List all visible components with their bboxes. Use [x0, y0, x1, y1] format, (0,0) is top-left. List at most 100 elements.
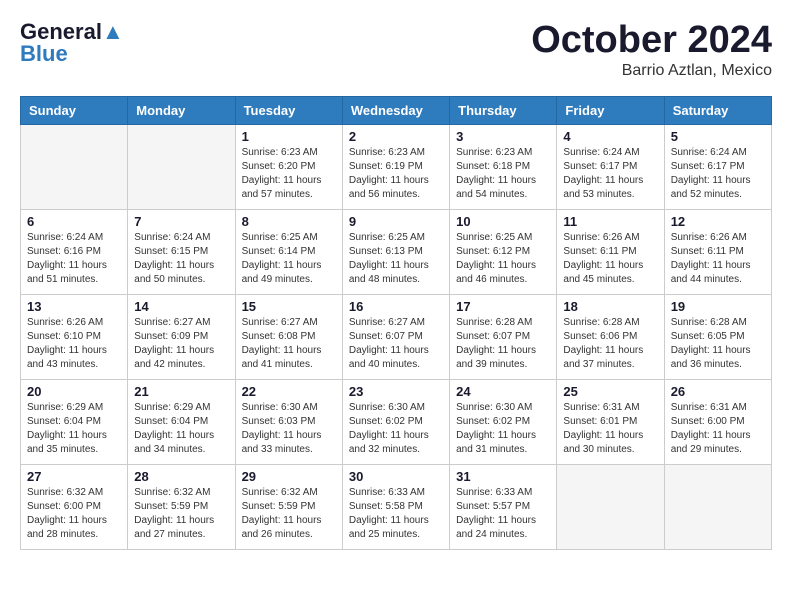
day-number: 19 [671, 299, 765, 314]
cell-info: Sunrise: 6:24 AM Sunset: 6:17 PM Dayligh… [671, 146, 765, 202]
cell-info: Sunrise: 6:25 AM Sunset: 6:12 PM Dayligh… [456, 231, 550, 287]
calendar-week-row: 1 Sunrise: 6:23 AM Sunset: 6:20 PM Daylig… [21, 124, 772, 209]
day-number: 22 [242, 384, 336, 399]
day-number: 27 [27, 469, 121, 484]
cell-info: Sunrise: 6:30 AM Sunset: 6:03 PM Dayligh… [242, 401, 336, 457]
calendar-cell: 7Sunrise: 6:24 AM Sunset: 6:15 PM Daylig… [128, 209, 235, 294]
day-number: 26 [671, 384, 765, 399]
day-number: 2 [349, 129, 443, 144]
day-number: 9 [349, 214, 443, 229]
calendar-header-row: SundayMondayTuesdayWednesdayThursdayFrid… [21, 96, 772, 124]
day-number: 21 [134, 384, 228, 399]
day-number: 10 [456, 214, 550, 229]
calendar-header-sunday: Sunday [21, 96, 128, 124]
day-number: 30 [349, 469, 443, 484]
calendar-cell: 23Sunrise: 6:30 AM Sunset: 6:02 PM Dayli… [342, 379, 449, 464]
calendar-header-friday: Friday [557, 96, 664, 124]
day-number: 16 [349, 299, 443, 314]
calendar-week-row: 13 Sunrise: 6:26 AM Sunset: 6:10 PM Dayli… [21, 294, 772, 379]
cell-info: Sunrise: 6:25 AM Sunset: 6:14 PM Dayligh… [242, 231, 336, 287]
day-number: 18 [563, 299, 657, 314]
cell-info: Sunrise: 6:27 AM Sunset: 6:09 PM Dayligh… [134, 316, 228, 372]
calendar-cell: 20 Sunrise: 6:29 AM Sunset: 6:04 PM Dayli… [21, 379, 128, 464]
calendar-cell [21, 124, 128, 209]
calendar-cell: 12 Sunrise: 6:26 AM Sunset: 6:11 PM Dayli… [664, 209, 771, 294]
logo: General▲ Blue [20, 20, 124, 66]
day-number: 11 [563, 214, 657, 229]
calendar-cell [128, 124, 235, 209]
calendar-cell: 30Sunrise: 6:33 AM Sunset: 5:58 PM Dayli… [342, 464, 449, 549]
day-number: 14 [134, 299, 228, 314]
calendar-cell: 24 Sunrise: 6:30 AM Sunset: 6:02 PM Dayli… [450, 379, 557, 464]
calendar-table: SundayMondayTuesdayWednesdayThursdayFrid… [20, 96, 772, 550]
calendar-cell: 2Sunrise: 6:23 AM Sunset: 6:19 PM Daylig… [342, 124, 449, 209]
calendar-cell: 10 Sunrise: 6:25 AM Sunset: 6:12 PM Dayli… [450, 209, 557, 294]
title-block: October 2024 Barrio Aztlan, Mexico [531, 20, 772, 80]
calendar-cell: 1 Sunrise: 6:23 AM Sunset: 6:20 PM Daylig… [235, 124, 342, 209]
cell-info: Sunrise: 6:24 AM Sunset: 6:17 PM Dayligh… [563, 146, 657, 202]
day-number: 20 [27, 384, 121, 399]
calendar-cell: 11 Sunrise: 6:26 AM Sunset: 6:11 PM Dayli… [557, 209, 664, 294]
calendar-cell: 21Sunrise: 6:29 AM Sunset: 6:04 PM Dayli… [128, 379, 235, 464]
calendar-cell: 25 Sunrise: 6:31 AM Sunset: 6:01 PM Dayli… [557, 379, 664, 464]
calendar-cell: 27 Sunrise: 6:32 AM Sunset: 6:00 PM Dayli… [21, 464, 128, 549]
cell-info: Sunrise: 6:26 AM Sunset: 6:10 PM Dayligh… [27, 316, 121, 372]
calendar-cell: 13 Sunrise: 6:26 AM Sunset: 6:10 PM Dayli… [21, 294, 128, 379]
cell-info: Sunrise: 6:23 AM Sunset: 6:20 PM Dayligh… [242, 146, 336, 202]
calendar-cell: 6 Sunrise: 6:24 AM Sunset: 6:16 PM Daylig… [21, 209, 128, 294]
location-subtitle: Barrio Aztlan, Mexico [531, 62, 772, 80]
day-number: 13 [27, 299, 121, 314]
calendar-cell: 31 Sunrise: 6:33 AM Sunset: 5:57 PM Dayli… [450, 464, 557, 549]
day-number: 3 [456, 129, 550, 144]
day-number: 15 [242, 299, 336, 314]
cell-info: Sunrise: 6:28 AM Sunset: 6:07 PM Dayligh… [456, 316, 550, 372]
cell-info: Sunrise: 6:31 AM Sunset: 6:01 PM Dayligh… [563, 401, 657, 457]
calendar-cell: 14 Sunrise: 6:27 AM Sunset: 6:09 PM Dayli… [128, 294, 235, 379]
month-title: October 2024 [531, 20, 772, 62]
calendar-header-monday: Monday [128, 96, 235, 124]
cell-info: Sunrise: 6:25 AM Sunset: 6:13 PM Dayligh… [349, 231, 443, 287]
cell-info: Sunrise: 6:28 AM Sunset: 6:06 PM Dayligh… [563, 316, 657, 372]
day-number: 4 [563, 129, 657, 144]
day-number: 29 [242, 469, 336, 484]
cell-info: Sunrise: 6:30 AM Sunset: 6:02 PM Dayligh… [349, 401, 443, 457]
calendar-cell: 19 Sunrise: 6:28 AM Sunset: 6:05 PM Dayli… [664, 294, 771, 379]
cell-info: Sunrise: 6:31 AM Sunset: 6:00 PM Dayligh… [671, 401, 765, 457]
calendar-header-tuesday: Tuesday [235, 96, 342, 124]
cell-info: Sunrise: 6:24 AM Sunset: 6:16 PM Dayligh… [27, 231, 121, 287]
calendar-cell: 15Sunrise: 6:27 AM Sunset: 6:08 PM Dayli… [235, 294, 342, 379]
calendar-header-wednesday: Wednesday [342, 96, 449, 124]
cell-info: Sunrise: 6:26 AM Sunset: 6:11 PM Dayligh… [671, 231, 765, 287]
day-number: 8 [242, 214, 336, 229]
calendar-cell: 28 Sunrise: 6:32 AM Sunset: 5:59 PM Dayli… [128, 464, 235, 549]
cell-info: Sunrise: 6:27 AM Sunset: 6:07 PM Dayligh… [349, 316, 443, 372]
calendar-header-saturday: Saturday [664, 96, 771, 124]
calendar-header-thursday: Thursday [450, 96, 557, 124]
cell-info: Sunrise: 6:28 AM Sunset: 6:05 PM Dayligh… [671, 316, 765, 372]
cell-info: Sunrise: 6:32 AM Sunset: 5:59 PM Dayligh… [134, 486, 228, 542]
day-number: 17 [456, 299, 550, 314]
cell-info: Sunrise: 6:32 AM Sunset: 6:00 PM Dayligh… [27, 486, 121, 542]
day-number: 6 [27, 214, 121, 229]
calendar-cell: 3 Sunrise: 6:23 AM Sunset: 6:18 PM Daylig… [450, 124, 557, 209]
day-number: 31 [456, 469, 550, 484]
day-number: 1 [242, 129, 336, 144]
day-number: 5 [671, 129, 765, 144]
calendar-cell: 29 Sunrise: 6:32 AM Sunset: 5:59 PM Dayli… [235, 464, 342, 549]
logo-subtext: Blue [20, 42, 68, 66]
cell-info: Sunrise: 6:32 AM Sunset: 5:59 PM Dayligh… [242, 486, 336, 542]
cell-info: Sunrise: 6:23 AM Sunset: 6:18 PM Dayligh… [456, 146, 550, 202]
calendar-cell: 9 Sunrise: 6:25 AM Sunset: 6:13 PM Daylig… [342, 209, 449, 294]
cell-info: Sunrise: 6:26 AM Sunset: 6:11 PM Dayligh… [563, 231, 657, 287]
day-number: 25 [563, 384, 657, 399]
calendar-cell: 4 Sunrise: 6:24 AM Sunset: 6:17 PM Daylig… [557, 124, 664, 209]
calendar-cell: 26 Sunrise: 6:31 AM Sunset: 6:00 PM Dayli… [664, 379, 771, 464]
day-number: 28 [134, 469, 228, 484]
day-number: 24 [456, 384, 550, 399]
cell-info: Sunrise: 6:30 AM Sunset: 6:02 PM Dayligh… [456, 401, 550, 457]
cell-info: Sunrise: 6:33 AM Sunset: 5:57 PM Dayligh… [456, 486, 550, 542]
page-header: General▲ Blue October 2024 Barrio Aztlan… [20, 20, 772, 80]
calendar-cell: 17 Sunrise: 6:28 AM Sunset: 6:07 PM Dayli… [450, 294, 557, 379]
cell-info: Sunrise: 6:29 AM Sunset: 6:04 PM Dayligh… [27, 401, 121, 457]
day-number: 12 [671, 214, 765, 229]
